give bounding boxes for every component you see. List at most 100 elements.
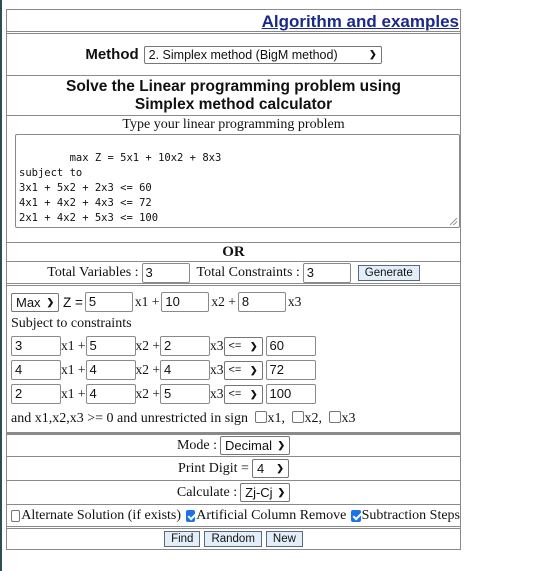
constraint-row: 4 x1 + 4 x2 + 4 x3 <= ❯ 72 [11, 358, 456, 382]
calculate-row: Calculate : Zj-Cj ❯ [7, 481, 460, 505]
constraint-1-coef-x1[interactable]: 3 [11, 336, 61, 356]
constraint-3-coef-x1[interactable]: 2 [11, 384, 61, 404]
var-label-x3: x3 [210, 338, 224, 353]
constraint-3-sign-select[interactable]: <= ❯ [223, 384, 263, 404]
var-label-x3: x3 [210, 362, 224, 377]
var-label-x2: x2 + [135, 362, 161, 377]
calculate-value: Zj-Cj [245, 485, 273, 500]
subtraction-steps-label: Subtraction Steps [361, 507, 460, 523]
alternate-solution-checkbox[interactable] [11, 509, 21, 522]
unrestricted-x3-label: x3 [341, 411, 356, 426]
find-button[interactable]: Find [164, 531, 201, 547]
chevron-down-icon: ❯ [369, 49, 377, 59]
var-label-x2: x2 + [135, 386, 161, 401]
constraint-1-rhs[interactable]: 60 [265, 336, 316, 356]
header-row: Algorithm and examples [7, 10, 460, 34]
mode-value: Decimal [225, 438, 272, 453]
constraint-row: 2 x1 + 4 x2 + 5 x3 <= ❯ 100 [11, 382, 456, 406]
objective-type-select[interactable]: Max ❯ [11, 292, 59, 312]
print-digit-value: 4 [256, 461, 265, 476]
method-select[interactable]: 2. Simplex method (BigM method) ❯ [143, 45, 382, 64]
generate-button[interactable]: Generate [357, 264, 420, 281]
mode-select[interactable]: Decimal ❯ [220, 436, 291, 455]
algorithm-examples-link[interactable]: Algorithm and examples [262, 12, 459, 31]
mode-row: Mode : Decimal ❯ [7, 433, 460, 457]
var-label-x1: x1 + [61, 386, 86, 401]
unrestricted-x1-checkbox[interactable] [254, 411, 267, 423]
problem-text: max Z = 5x1 + 10x2 + 8x3 subject to 3x1 … [19, 152, 222, 224]
artificial-column-remove-label: Artificial Column Remove [196, 507, 347, 523]
constraint-3-rhs[interactable]: 100 [265, 384, 316, 404]
random-button[interactable]: Random [204, 531, 262, 547]
model-section: Max ❯ Z = 5 x1 + 10 x2 + 8 x3 Subject to… [7, 286, 460, 433]
chevron-down-icon: ❯ [277, 487, 286, 497]
constraint-row: 3 x1 + 5 x2 + 2 x3 <= ❯ 60 [11, 334, 456, 358]
unrestricted-x2-label: x2, [304, 411, 323, 426]
page-edge [0, 0, 2, 571]
var-label-x1: x1 + [134, 294, 160, 309]
objective-coef-x3[interactable]: 8 [237, 292, 286, 312]
total-constraints-input[interactable]: 3 [302, 262, 351, 283]
constraint-2-coef-x3[interactable]: 4 [160, 360, 210, 380]
print-digit-label: Print Digit = [178, 460, 249, 476]
problem-textarea[interactable]: max Z = 5x1 + 10x2 + 8x3 subject to 3x1 … [15, 134, 460, 228]
method-label: Method [85, 46, 139, 63]
objective-type-value: Max [16, 294, 41, 310]
sign-value: <= [228, 340, 242, 352]
total-variables-input[interactable]: 3 [141, 262, 190, 283]
unrestricted-x1-label: x1, [267, 411, 286, 426]
title-line-2: Simplex method calculator [134, 96, 333, 113]
calculate-select[interactable]: Zj-Cj ❯ [240, 483, 291, 502]
constraint-3-coef-x3[interactable]: 5 [160, 384, 210, 404]
z-label: Z = [63, 294, 83, 310]
title-line-1: Solve the Linear programming problem usi… [65, 78, 402, 95]
print-digit-row: Print Digit = 4 ❯ [7, 457, 460, 481]
constraint-1-sign-select[interactable]: <= ❯ [223, 336, 263, 356]
chevron-down-icon: ❯ [276, 463, 284, 473]
var-label-x3: x3 [287, 294, 302, 309]
problem-label: Type your linear programming problem [122, 117, 345, 132]
subtraction-steps-checkbox[interactable] [351, 509, 361, 522]
constraint-2-sign-select[interactable]: <= ❯ [223, 360, 263, 380]
unrestricted-x2-checkbox[interactable] [291, 411, 304, 423]
new-button[interactable]: New [265, 531, 303, 547]
chevron-down-icon: ❯ [277, 440, 286, 450]
generator-row: Total Variables : 3 Total Constraints : … [7, 262, 460, 286]
total-variables-label: Total Variables : [47, 264, 139, 280]
nonnegativity-text: and x1,x2,x3 >= 0 and unrestricted in si… [11, 411, 249, 426]
var-label-x3: x3 [210, 386, 224, 401]
mode-label: Mode : [176, 437, 218, 453]
or-divider: OR [7, 243, 460, 262]
sign-value: <= [228, 388, 242, 400]
constraint-1-coef-x3[interactable]: 2 [160, 336, 210, 356]
var-label-x1: x1 + [61, 362, 86, 377]
var-label-x1: x1 + [61, 338, 86, 353]
problem-section: Type your linear programming problem max… [7, 116, 460, 243]
chevron-down-icon: ❯ [249, 364, 258, 375]
nonnegativity-row: and x1,x2,x3 >= 0 and unrestricted in si… [11, 409, 456, 429]
constraint-3-coef-x2[interactable]: 4 [85, 384, 136, 404]
calculator-panel: Algorithm and examples Method 2. Simplex… [6, 9, 461, 550]
options-checkbox-row: Alternate Solution (if exists) Artificia… [7, 505, 460, 529]
resize-handle-icon[interactable] [450, 218, 457, 225]
chevron-down-icon: ❯ [249, 340, 258, 351]
print-digit-select[interactable]: 4 ❯ [251, 459, 289, 478]
objective-coef-x1[interactable]: 5 [84, 292, 133, 312]
page-title: Solve the Linear programming problem usi… [7, 76, 460, 116]
var-label-x2: x2 + [135, 338, 161, 353]
chevron-down-icon: ❯ [249, 388, 258, 399]
unrestricted-x3-checkbox[interactable] [328, 411, 341, 423]
constraint-2-coef-x1[interactable]: 4 [11, 360, 61, 380]
method-row: Method 2. Simplex method (BigM method) ❯ [7, 34, 460, 76]
objective-coef-x2[interactable]: 10 [161, 292, 210, 312]
method-select-value: 2. Simplex method (BigM method) [148, 47, 338, 62]
constraint-2-coef-x2[interactable]: 4 [85, 360, 136, 380]
constraint-2-rhs[interactable]: 72 [265, 360, 316, 380]
alternate-solution-label: Alternate Solution (if exists) [21, 507, 182, 523]
subject-to-label: Subject to constraints [11, 316, 132, 331]
objective-row: Max ❯ Z = 5 x1 + 10 x2 + 8 x3 [11, 290, 456, 314]
chevron-down-icon: ❯ [46, 296, 55, 307]
action-buttons: Find Random New [7, 529, 460, 549]
constraint-1-coef-x2[interactable]: 5 [85, 336, 136, 356]
artificial-column-remove-checkbox[interactable] [186, 509, 196, 522]
